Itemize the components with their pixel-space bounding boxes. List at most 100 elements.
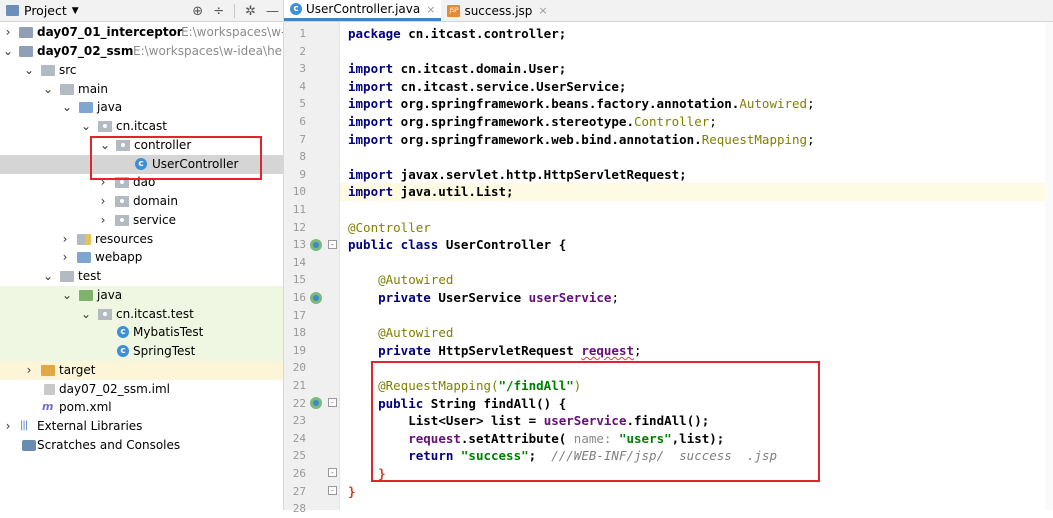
tree-item-iml[interactable]: day07_02_ssm.iml bbox=[0, 380, 283, 399]
fold-icon[interactable]: - bbox=[328, 486, 337, 495]
tree-item-label: service bbox=[133, 213, 176, 227]
line-number: 28 bbox=[292, 502, 306, 516]
tree-item-dao[interactable]: › dao bbox=[0, 173, 283, 192]
chevron-down-icon[interactable]: ⌄ bbox=[3, 42, 13, 61]
excluded-folder-icon bbox=[41, 365, 55, 376]
gear-icon[interactable]: ✲ bbox=[245, 4, 256, 19]
fold-icon[interactable]: - bbox=[328, 240, 337, 249]
line-number: 8 bbox=[299, 150, 306, 164]
maven-file-icon: m bbox=[42, 400, 54, 413]
chevron-down-icon[interactable]: ⌄ bbox=[24, 61, 34, 80]
tree-item-external-libraries[interactable]: › ||| External Libraries bbox=[0, 417, 283, 436]
code-line-27: } bbox=[348, 483, 356, 499]
tree-item-label: pom.xml bbox=[59, 400, 112, 414]
tree-item-label: Scratches and Consoles bbox=[37, 438, 181, 452]
tree-item-label: MybatisTest bbox=[133, 325, 204, 339]
tree-item-cn-itcast[interactable]: ⌄ cn.itcast bbox=[0, 117, 283, 136]
close-icon[interactable]: × bbox=[426, 3, 435, 16]
editor-panel: c UserController.java × JSP success.jsp … bbox=[284, 0, 1053, 515]
chevron-right-icon[interactable]: › bbox=[24, 361, 34, 380]
chevron-right-icon[interactable]: › bbox=[3, 23, 13, 42]
editor-scrollbar[interactable] bbox=[1045, 22, 1053, 510]
collapse-all-icon[interactable]: ÷ bbox=[213, 4, 224, 19]
tree-item-usercontroller[interactable]: c UserController bbox=[0, 155, 283, 174]
chevron-right-icon[interactable]: › bbox=[98, 192, 108, 211]
minimize-icon[interactable]: — bbox=[266, 4, 279, 19]
line-number: 23 bbox=[292, 414, 306, 428]
tree-item-resources[interactable]: › resources bbox=[0, 230, 283, 249]
spring-autowired-gutter-icon[interactable] bbox=[310, 292, 322, 304]
line-number: 20 bbox=[292, 361, 306, 375]
line-number: 6 bbox=[299, 115, 306, 128]
chevron-down-icon[interactable]: ⌄ bbox=[100, 136, 110, 155]
code-line-4: import cn.itcast.service.UserService; bbox=[348, 78, 627, 94]
code-line-7: import org.springframework.web.bind.anno… bbox=[348, 131, 815, 147]
java-class-icon: c bbox=[290, 3, 302, 15]
tree-item-day07-01-interceptor[interactable]: › day07_01_interceptor E:\workspaces\w-i… bbox=[0, 23, 283, 42]
line-number: 4 bbox=[299, 79, 306, 93]
tree-item-main[interactable]: ⌄ main bbox=[0, 80, 283, 99]
project-panel-header: Project ▼ ⊕ ÷ ✲ — bbox=[0, 0, 283, 22]
tree-item-label: resources bbox=[95, 232, 154, 246]
tree-item-pom[interactable]: m pom.xml bbox=[0, 398, 283, 417]
tab-label: UserController.java bbox=[306, 2, 421, 16]
test-class-icon: c bbox=[117, 345, 129, 357]
tree-item-scratches[interactable]: Scratches and Consoles bbox=[0, 436, 283, 455]
tree-item-springtest[interactable]: c SpringTest bbox=[0, 342, 283, 361]
line-number: 11 bbox=[292, 203, 306, 216]
tree-item-cn-itcast-test[interactable]: ⌄ cn.itcast.test bbox=[0, 305, 283, 324]
tree-item-label: SpringTest bbox=[133, 344, 196, 358]
chevron-right-icon[interactable]: › bbox=[98, 173, 108, 192]
locate-file-icon[interactable]: ⊕ bbox=[192, 4, 203, 19]
tree-item-label: day07_01_interceptor bbox=[37, 25, 183, 39]
package-icon bbox=[115, 196, 129, 207]
tree-item-domain[interactable]: › domain bbox=[0, 192, 283, 211]
code-line-5: import org.springframework.beans.factory… bbox=[348, 96, 815, 112]
spring-bean-gutter-icon[interactable] bbox=[310, 239, 322, 251]
tree-item-service[interactable]: › service bbox=[0, 211, 283, 230]
chevron-down-icon[interactable]: ⌄ bbox=[62, 98, 72, 117]
chevron-down-icon[interactable]: ⌄ bbox=[43, 80, 53, 99]
tree-item-label: main bbox=[78, 82, 108, 96]
tree-item-target[interactable]: › target bbox=[0, 361, 283, 380]
close-icon[interactable]: × bbox=[538, 4, 547, 17]
chevron-down-icon[interactable]: ▼ bbox=[72, 6, 79, 16]
chevron-down-icon[interactable]: ⌄ bbox=[81, 117, 91, 136]
tree-item-test[interactable]: ⌄ test bbox=[0, 267, 283, 286]
chevron-down-icon[interactable]: ⌄ bbox=[62, 286, 72, 305]
tab-usercontroller[interactable]: c UserController.java × bbox=[284, 0, 442, 21]
chevron-down-icon[interactable]: ⌄ bbox=[81, 305, 91, 324]
tree-item-day07-02-ssm[interactable]: ⌄ day07_02_ssm E:\workspaces\w-idea\heim… bbox=[0, 42, 283, 61]
line-number: 9 bbox=[299, 167, 306, 181]
code-line-26: } bbox=[378, 466, 386, 481]
chevron-right-icon[interactable]: › bbox=[3, 417, 13, 436]
scratches-icon bbox=[22, 440, 36, 451]
tree-item-label: UserController bbox=[152, 157, 239, 171]
tab-success-jsp[interactable]: JSP success.jsp × bbox=[441, 0, 553, 21]
tree-item-label: src bbox=[59, 63, 77, 77]
tree-item-webapp[interactable]: › webapp bbox=[0, 248, 283, 267]
tree-item-src[interactable]: ⌄ src bbox=[0, 61, 283, 80]
line-number: 13 bbox=[292, 238, 306, 252]
tree-item-mybatistest[interactable]: c MybatisTest bbox=[0, 323, 283, 342]
tree-item-test-java[interactable]: ⌄ java bbox=[0, 286, 283, 305]
folder-icon bbox=[60, 271, 74, 282]
code-line-16: private UserService userService; bbox=[378, 290, 619, 305]
code-line-13: public class UserController { bbox=[348, 237, 567, 253]
tree-item-controller[interactable]: ⌄ controller bbox=[0, 136, 283, 155]
editor-gutter: 1 2 3 4 5 6 7 8 9 10 11 12 13 14 15 16 1… bbox=[284, 22, 340, 515]
fold-icon[interactable]: - bbox=[328, 468, 337, 477]
code-line-15: @Autowired bbox=[378, 272, 454, 288]
tree-item-java[interactable]: ⌄ java bbox=[0, 98, 283, 117]
code-editor[interactable]: package cn.itcast.controller; import cn.… bbox=[340, 22, 1053, 510]
tree-item-label: cn.itcast.test bbox=[116, 307, 194, 321]
chevron-right-icon[interactable]: › bbox=[98, 211, 108, 230]
chevron-right-icon[interactable]: › bbox=[60, 230, 70, 249]
fold-icon[interactable]: - bbox=[328, 398, 337, 407]
chevron-down-icon[interactable]: ⌄ bbox=[43, 267, 53, 286]
project-view-selector[interactable]: Project bbox=[24, 3, 67, 18]
package-icon bbox=[115, 177, 129, 188]
chevron-right-icon[interactable]: › bbox=[60, 248, 70, 267]
package-icon bbox=[98, 309, 112, 320]
spring-request-mapping-gutter-icon[interactable] bbox=[310, 397, 322, 409]
